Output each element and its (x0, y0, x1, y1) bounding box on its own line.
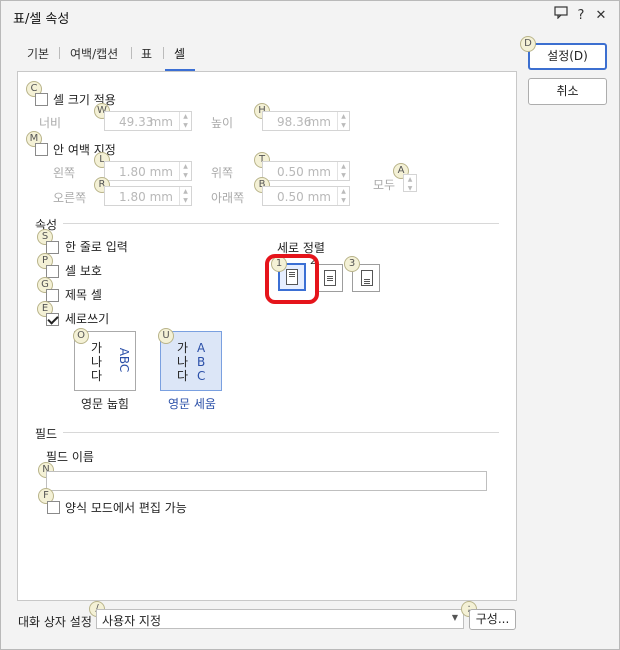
spinner-arrows-icon: ▲ ▼ (179, 187, 191, 205)
lying-korean-3: 다 (91, 369, 103, 383)
form-editable-checkbox[interactable] (47, 501, 60, 514)
title-bar: 표/셀 속성 ? ✕ (1, 1, 619, 31)
align-bottom-icon (361, 270, 373, 286)
all-margin-label: 모두 (373, 178, 396, 192)
dialog-setting-label: 대화 상자 설정 (18, 615, 92, 629)
height-label: 높이 (211, 116, 234, 130)
top-margin-spinner[interactable]: 0.50 mm ▲ ▼ (262, 161, 350, 181)
single-line-label: 한 줄로 입력 (65, 240, 128, 254)
spinner-arrows-icon: ▲ ▼ (179, 162, 191, 180)
form-editable-label: 양식 모드에서 편집 가능 (65, 501, 187, 515)
width-spinner[interactable]: 49.33 mm ▲ ▼ (104, 111, 192, 131)
config-button[interactable]: 구성... (469, 609, 516, 630)
top-margin-label: 위쪽 (211, 166, 234, 180)
spinner-arrows-icon: ▲ ▼ (337, 112, 349, 130)
title-cell-label: 제목 셀 (65, 288, 102, 302)
upright-latin-a: A (197, 341, 206, 355)
shortcut-badge-d: D (520, 36, 536, 52)
upright-latin-c: C (197, 369, 206, 383)
height-spinner[interactable]: 98.36 mm ▲ ▼ (262, 111, 350, 131)
spinner-arrows-icon: ▲ ▼ (337, 162, 349, 180)
tab-table[interactable]: 표 (141, 45, 152, 62)
lying-latin: ABC (117, 347, 131, 373)
vertical-writing-checkbox[interactable] (46, 313, 59, 326)
tab-separator (59, 47, 60, 59)
cell-protect-checkbox[interactable] (46, 265, 59, 278)
dialog-setting-select[interactable]: 사용자 지정 ▼ (96, 609, 464, 629)
title-cell-checkbox[interactable] (46, 289, 59, 302)
shortcut-badge-o: O (73, 328, 89, 344)
lying-korean-2: 나 (91, 355, 103, 369)
field-name-input[interactable] (46, 471, 487, 491)
shortcut-badge-3: 3 (344, 256, 360, 272)
all-margin-spinner[interactable]: ▲ ▼ (403, 174, 417, 192)
cell-protect-label: 셀 보호 (65, 264, 102, 278)
dialog-title: 표/셀 속성 (13, 12, 70, 27)
cancel-button[interactable]: 취소 (528, 78, 607, 105)
chat-icon[interactable] (551, 6, 571, 26)
chevron-down-icon: ▼ (451, 613, 458, 622)
highlight-annotation (265, 254, 319, 304)
upright-latin-b: B (197, 355, 206, 369)
right-margin-label: 오른쪽 (53, 191, 87, 205)
latin-lying-label: 영문 눕힘 (81, 397, 129, 411)
tab-basic[interactable]: 기본 (27, 45, 49, 62)
spinner-arrows-icon: ▲ ▼ (407, 176, 413, 192)
spinner-arrows-icon: ▲ ▼ (337, 187, 349, 205)
field-name-label: 필드 이름 (46, 450, 94, 464)
upright-korean-2: 나 (177, 355, 189, 369)
cell-size-checkbox[interactable] (35, 93, 48, 106)
inner-margin-checkbox[interactable] (35, 143, 48, 156)
single-line-checkbox[interactable] (46, 241, 59, 254)
latin-upright-label: 영문 세움 (168, 397, 216, 411)
tab-cell[interactable]: 셀 (174, 45, 185, 62)
section-divider (63, 432, 499, 433)
left-margin-spinner[interactable]: 1.80 mm ▲ ▼ (104, 161, 192, 181)
width-label: 너비 (39, 116, 62, 130)
spinner-arrows-icon: ▲ ▼ (179, 112, 191, 130)
section-divider (63, 223, 499, 224)
close-button[interactable]: ✕ (591, 6, 611, 26)
dialog-window: 표/셀 속성 ? ✕ 기본 여백/캡션 표 셀 설정(D) D 취소 C 셀 크… (0, 0, 620, 650)
bottom-margin-spinner[interactable]: 0.50 mm ▲ ▼ (262, 186, 350, 206)
upright-korean-1: 가 (177, 341, 189, 355)
tab-separator (131, 47, 132, 59)
ok-button[interactable]: 설정(D) (528, 43, 607, 70)
valign-middle-button[interactable] (315, 264, 343, 292)
upright-korean-3: 다 (177, 369, 189, 383)
vertical-writing-label: 세로쓰기 (65, 312, 110, 326)
field-section-title: 필드 (35, 427, 58, 441)
tab-separator (163, 47, 164, 59)
left-margin-label: 왼쪽 (53, 166, 76, 180)
bottom-margin-label: 아래쪽 (211, 191, 245, 205)
right-margin-spinner[interactable]: 1.80 mm ▲ ▼ (104, 186, 192, 206)
lying-korean-1: 가 (91, 341, 103, 355)
shortcut-badge-u: U (158, 328, 174, 344)
help-button[interactable]: ? (571, 6, 591, 26)
tab-margin-caption[interactable]: 여백/캡션 (70, 45, 118, 62)
align-middle-icon (324, 270, 336, 286)
